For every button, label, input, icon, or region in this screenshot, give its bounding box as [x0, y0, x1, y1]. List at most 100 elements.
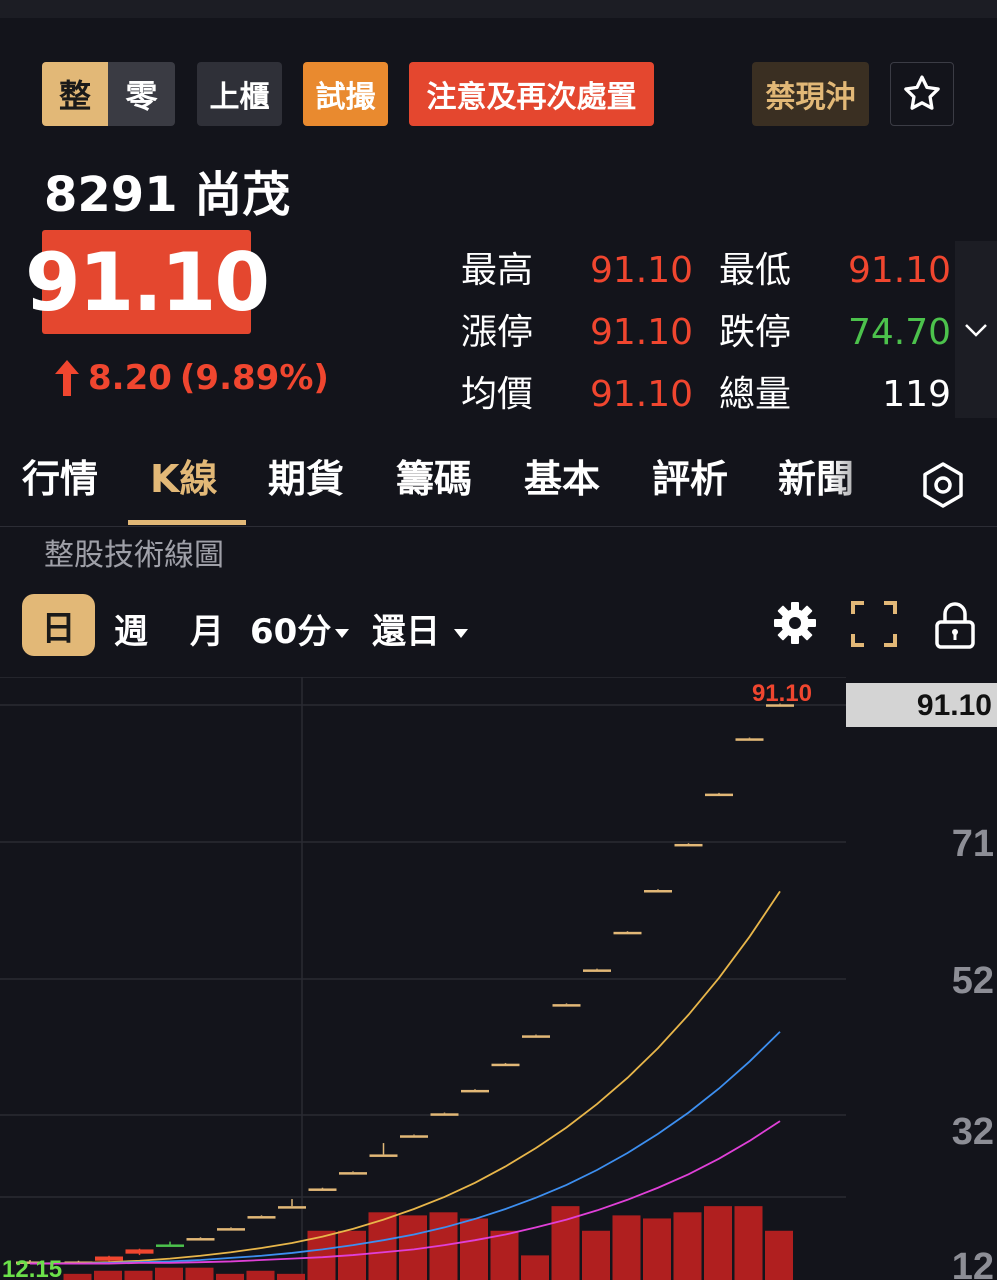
candle-body	[125, 1249, 154, 1254]
lock-button[interactable]	[934, 600, 976, 654]
candle-body	[247, 1216, 276, 1219]
candle-body	[278, 1206, 306, 1209]
price-restore-dropdown[interactable]: 還日	[372, 604, 468, 653]
stat-value: 74.70	[847, 312, 951, 353]
candle-body	[583, 969, 611, 972]
active-tab-indicator	[128, 520, 246, 525]
low-price-label: 12.15	[2, 1256, 62, 1280]
tab-fundamentals[interactable]: 基本	[524, 448, 600, 503]
ma-line-1	[29, 890, 781, 1265]
tab-analysis[interactable]: 評析	[652, 448, 728, 503]
candle-body	[217, 1228, 245, 1231]
stat-label: 漲停	[461, 312, 534, 353]
y-axis-tick-label: 12	[952, 1246, 994, 1280]
stat-value: 91.10	[847, 250, 951, 291]
tab-scroll-fade	[830, 440, 900, 520]
favorite-button[interactable]	[890, 62, 954, 126]
stat-label: 總量	[719, 374, 792, 415]
odd-lot-option[interactable]: 零	[108, 62, 175, 126]
change-percent: (9.89%)	[179, 358, 329, 398]
volume-bar	[765, 1230, 793, 1280]
volume-bar	[673, 1212, 702, 1280]
stat-value: 91.10	[589, 374, 693, 415]
period-60min-label: 60分	[250, 612, 332, 652]
volume-bar	[582, 1230, 610, 1280]
stat-value: 91.10	[589, 312, 693, 353]
candle-body	[400, 1135, 428, 1138]
candle-body	[186, 1238, 215, 1241]
tab-chips[interactable]: 籌碼	[396, 448, 472, 503]
board-lot-toggle[interactable]: 整 零	[42, 62, 175, 126]
stat-row: 均價 91.10 總量 119	[461, 370, 955, 432]
high-price-label: 91.10	[752, 680, 812, 707]
tab-settings-button[interactable]	[918, 460, 968, 514]
candle-body	[95, 1256, 123, 1261]
candle-body	[522, 1035, 550, 1038]
stat-value: 119	[882, 374, 951, 415]
stat-row: 漲停 91.10 跌停 74.70	[461, 308, 955, 370]
candle-body	[705, 793, 733, 797]
tab-futures[interactable]: 期貨	[268, 448, 344, 503]
candle-body	[156, 1244, 184, 1247]
candle-body	[461, 1089, 489, 1093]
last-price: 91.10	[25, 230, 270, 334]
period-week[interactable]: 週	[114, 604, 148, 653]
stat-label: 最高	[461, 250, 534, 291]
volume-bar	[277, 1273, 305, 1280]
trial-match-badge: 試撮	[303, 62, 388, 126]
candle-body	[552, 1004, 581, 1007]
candle-body	[430, 1113, 459, 1116]
star-icon	[904, 75, 940, 110]
volume-bar	[94, 1270, 122, 1280]
candle-body	[339, 1172, 367, 1175]
y-axis-tick-label: 71	[952, 823, 994, 865]
stock-title: 8291 尚茂	[44, 167, 291, 223]
volume-bar	[612, 1215, 641, 1280]
candle-body	[491, 1063, 520, 1067]
volume-bar	[216, 1273, 244, 1280]
volume-bar	[734, 1206, 763, 1280]
period-day[interactable]: 日	[22, 594, 95, 656]
volume-bar	[185, 1267, 214, 1280]
volume-bar	[643, 1218, 671, 1280]
stat-row: 最高 91.10 最低 91.10	[461, 246, 955, 308]
candle-body	[735, 738, 764, 741]
candle-body	[308, 1188, 337, 1191]
quote-stats: 最高 91.10 最低 91.10 漲停 91.10 跌停 74.70 均價 9…	[461, 246, 955, 432]
market-badge: 上櫃	[197, 62, 282, 126]
caret-down-icon	[454, 629, 468, 638]
up-arrow-icon	[55, 360, 79, 396]
price-restore-label: 還日	[372, 612, 440, 652]
y-axis-tick-label: 52	[952, 960, 994, 1002]
candle-body	[369, 1154, 398, 1157]
stat-label: 最低	[719, 250, 792, 291]
hexagon-settings-icon	[923, 462, 963, 508]
badge-row: 整 零 上櫃 試撮 注意及再次處置 禁現沖	[42, 62, 954, 126]
candle-body	[613, 931, 642, 935]
no-daytrade-badge: 禁現沖	[752, 62, 869, 126]
kline-chart[interactable]: 91.10 12.15 71 52 32 12 91.10	[0, 677, 997, 1280]
chart-settings-button[interactable]	[772, 600, 818, 650]
y-axis-tick-label: 32	[952, 1111, 994, 1153]
fullscreen-button[interactable]	[850, 600, 898, 652]
volume-bar	[521, 1255, 549, 1280]
candle-body	[644, 890, 672, 893]
volume-bar	[704, 1206, 732, 1280]
period-60min-dropdown[interactable]: 60分	[250, 604, 350, 653]
main-tabs: 行情 K線 期貨 籌碼 基本 評析 新聞	[0, 440, 997, 527]
tab-kline[interactable]: K線	[150, 448, 217, 503]
tab-quote[interactable]: 行情	[22, 448, 98, 503]
expand-stats-button[interactable]	[955, 241, 997, 418]
volume-bar	[490, 1230, 519, 1280]
period-month[interactable]: 月	[190, 604, 224, 653]
volume-bar	[63, 1273, 92, 1280]
caret-down-icon	[335, 629, 350, 638]
attention-disposition-badge: 注意及再次處置	[409, 62, 654, 126]
volume-bar	[155, 1267, 183, 1280]
chevron-down-icon	[965, 323, 987, 337]
chart-subtitle: 整股技術線圖	[44, 538, 224, 573]
lock-icon	[935, 602, 975, 649]
stat-label: 跌停	[719, 312, 792, 353]
stat-label: 均價	[461, 374, 534, 415]
whole-lot-option[interactable]: 整	[42, 62, 108, 126]
